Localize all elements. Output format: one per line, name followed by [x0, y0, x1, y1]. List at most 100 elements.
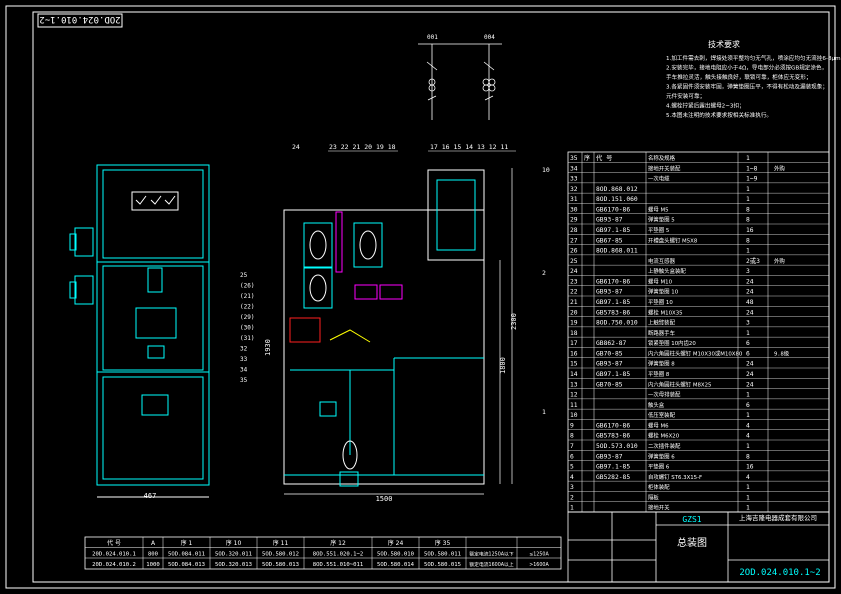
bom-cell: 9.8级 — [774, 349, 790, 357]
tech-requirement-line: 2.安装完毕，接地电阻应小于4Ω，导电部分必须按GB规定涂色， — [666, 64, 827, 72]
bom-cell: 1 — [746, 186, 750, 193]
bom-cell: GB93-87 — [596, 361, 623, 368]
bom-cell: 34 — [570, 165, 578, 172]
bom-cell: 18 — [570, 330, 578, 337]
bom-cell: 弹簧垫圈 6 — [648, 452, 675, 460]
bom-cell: 上静触头盒装配 — [648, 267, 686, 275]
bom-cell: 8 — [746, 206, 750, 213]
variant-header-cell: 序 35 — [435, 539, 451, 547]
bom-cell: 隔板 — [648, 493, 659, 501]
bom-cell: 11 — [570, 402, 578, 409]
schematic-label-001: 001 — [427, 34, 438, 41]
bom-cell: 螺栓 M6X20 — [648, 432, 680, 440]
schematic-label-004: 004 — [484, 34, 495, 41]
bom-cell: 24 — [570, 268, 578, 275]
bom-cell: 25 — [570, 258, 578, 265]
bom-cell: 平垫圈 6 — [648, 463, 670, 471]
bom-cell: 平垫圈 8 — [648, 370, 670, 378]
bom-cell: 8 — [570, 433, 574, 440]
bom-cell: 螺母 M10 — [648, 277, 673, 285]
bom-cell: 开槽盘头螺钉 M5X8 — [648, 236, 698, 244]
tech-requirement-line: 5.本图未注明的技术要求按相关标准执行。 — [666, 111, 772, 119]
tech-requirement-line: 元件安装可靠； — [666, 92, 705, 100]
variant-cell: 5OD.580.012 — [262, 552, 299, 558]
bom-cell: GB5783-86 — [596, 433, 630, 440]
bom-cell: 1 — [746, 443, 750, 450]
bom-cell: GB5282-85 — [596, 474, 630, 481]
variant-header-cell: 序 12 — [330, 539, 346, 547]
bom-cell: 1 — [746, 494, 750, 501]
tech-requirement-line: 1.加工件需去刺，焊接处须平整均匀无气孔，喷涂应均匀无流挂6-8µm； — [666, 54, 841, 62]
callout-top-group-a: 23 22 21 20 19 18 — [329, 143, 396, 151]
title-model: GZS1 — [682, 515, 701, 524]
bom-cell: 21 — [570, 299, 578, 306]
callout-left: 35 — [240, 377, 248, 384]
bom-cell: 序 — [584, 154, 590, 162]
bom-cell: 19 — [570, 320, 578, 327]
bom-cell: 平垫圈 5 — [648, 226, 669, 234]
bom-cell: 15 — [570, 361, 578, 368]
bom-cell: GB862-87 — [596, 340, 627, 347]
bom-cell: 内六角圆柱头螺钉 M8X25 — [648, 380, 711, 388]
bom-cell: GB97.1-85 — [596, 464, 630, 471]
bom-cell: GB5783-86 — [596, 309, 630, 316]
bom-cell: 7 — [570, 443, 574, 450]
callout-left: 32 — [240, 346, 248, 353]
tech-requirement-line: 3.各紧固件须安装牢固，弹簧垫圈压平，不得有松动及漏装现象； — [666, 83, 828, 91]
variant-cell: 8OD.551.020.1~2 — [313, 552, 364, 558]
bom-cell: 5OD.573.010 — [596, 443, 638, 450]
bom-cell: 30 — [570, 206, 578, 213]
bom-cell: 16 — [746, 464, 754, 471]
bom-cell: 14 — [570, 371, 578, 378]
bom-cell: 8 — [746, 453, 750, 460]
bom-cell: 8 — [746, 217, 750, 224]
bom-cell: 8OD.750.010 — [596, 320, 638, 327]
height-left-dim: 1930 — [264, 339, 272, 356]
variant-cell: ≤1250A — [529, 552, 549, 558]
bom-cell: 3 — [746, 268, 750, 275]
bom-cell: 接地开关装配 — [648, 164, 681, 172]
bom-cell: 弹簧垫圈 5 — [648, 216, 675, 224]
variant-cell: 1000 — [146, 562, 159, 568]
bom-cell: 6 — [746, 402, 750, 409]
variant-header-cell: 序 10 — [226, 539, 242, 547]
bom-cell: 螺母 M5 — [648, 205, 669, 213]
bom-cell: 自攻螺钉 ST6.3X15-F — [648, 473, 702, 481]
bom-cell: 1~9 — [746, 176, 758, 183]
bom-cell: 24 — [746, 278, 754, 285]
bom-cell: 16 — [570, 350, 578, 357]
callout-left: 34 — [240, 367, 248, 374]
bom-cell: 1 — [746, 392, 750, 399]
tech-requirement-line: 4.螺栓拧紧后露出螺母2~3扣； — [666, 102, 745, 110]
bom-cell: 1 — [746, 330, 750, 337]
variant-cell: 8OD.551.010~011 — [313, 562, 364, 568]
bom-cell: 22 — [570, 289, 578, 296]
bom-cell: 6 — [746, 340, 750, 347]
bom-cell: 17 — [570, 340, 578, 347]
title-drawing-name: 总装图 — [677, 536, 707, 549]
bom-cell: 外购 — [774, 164, 785, 172]
bom-cell: 1 — [746, 196, 750, 203]
bom-cell: 24 — [746, 289, 754, 296]
variant-cell: 5OD.084.013 — [168, 562, 205, 568]
callout-left: (30) — [240, 325, 254, 332]
variant-cell: 额定电流1600A以上 — [469, 561, 513, 568]
variant-header-cell: 代 号 — [107, 539, 121, 547]
bom-cell: 内六角圆柱头螺钉 M10X30或M10X80 — [648, 349, 743, 357]
bom-cell: 外购 — [774, 257, 785, 265]
callout-left: 33 — [240, 356, 248, 363]
main-width-dim: 1500 — [376, 495, 393, 503]
callout-top-left: 24 — [292, 143, 300, 151]
bom-cell: 柜体装配 — [648, 483, 670, 491]
bom-cell: GB6170-86 — [596, 422, 630, 429]
title-company: 上海吉隆电器成套有限公司 — [739, 513, 817, 522]
bom-cell: GB70-85 — [596, 381, 623, 388]
bom-cell: GB97.1-85 — [596, 371, 630, 378]
callout-left: (31) — [240, 335, 254, 342]
variant-cell: 5OD.084.011 — [168, 552, 205, 558]
callout-left: (26) — [240, 283, 254, 290]
bom-cell: 二次插件装配 — [648, 442, 681, 450]
bom-cell: 2 — [570, 494, 574, 501]
bom-cell: 低压室装配 — [648, 411, 676, 419]
bom-cell: 3 — [746, 320, 750, 327]
